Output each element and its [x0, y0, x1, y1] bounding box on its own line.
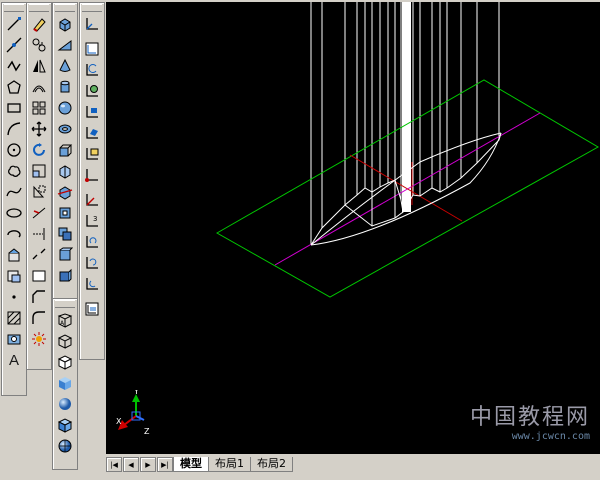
mirror-icon[interactable]	[28, 56, 50, 76]
ucs-face-icon[interactable]	[81, 123, 103, 143]
construction-line-icon[interactable]	[3, 35, 25, 55]
ucs-x-icon[interactable]	[81, 232, 103, 252]
rectangle-frame-icon[interactable]	[28, 266, 50, 286]
rectangle-icon[interactable]	[3, 98, 25, 118]
arc-icon[interactable]	[3, 119, 25, 139]
ucs-icon[interactable]	[81, 14, 103, 34]
revision-cloud-icon[interactable]	[3, 161, 25, 181]
draw-toolbar: A	[1, 2, 27, 396]
box-icon[interactable]	[54, 14, 76, 34]
prev-tab-button[interactable]: ◀	[123, 457, 139, 472]
svg-text:Y: Y	[133, 390, 139, 396]
toolbar-grip[interactable]	[29, 4, 49, 12]
tab-model[interactable]: 模型	[173, 457, 209, 472]
revolve-icon[interactable]	[54, 161, 76, 181]
ucs-3point-icon[interactable]: 3	[81, 211, 103, 231]
wedge-icon[interactable]	[54, 35, 76, 55]
drawing-viewport[interactable]: Y X Z 中国教程网 www.jcwcn.com	[106, 2, 600, 454]
modify-toolbar	[26, 2, 52, 370]
tab-layout1[interactable]: 布局1	[208, 457, 251, 472]
insert-block-icon[interactable]	[3, 245, 25, 265]
cylinder-icon[interactable]	[54, 77, 76, 97]
svg-text:Z: Z	[144, 427, 150, 436]
2d-wireframe-icon[interactable]: A	[54, 310, 76, 330]
array-icon[interactable]	[28, 98, 50, 118]
flat-shaded-icon[interactable]	[54, 373, 76, 393]
explode-icon[interactable]	[28, 329, 50, 349]
toolbar-grip[interactable]	[55, 300, 75, 308]
ellipse-arc-icon[interactable]	[3, 224, 25, 244]
svg-text:A: A	[60, 320, 65, 327]
chamfer-icon[interactable]	[28, 287, 50, 307]
circle-icon[interactable]	[3, 140, 25, 160]
last-tab-button[interactable]: ▶|	[157, 457, 173, 472]
ucs-y-icon[interactable]	[81, 253, 103, 273]
ellipse-icon[interactable]	[3, 203, 25, 223]
shade-toolbar: A	[52, 298, 78, 470]
region-icon[interactable]	[3, 329, 25, 349]
extrude-icon[interactable]	[54, 140, 76, 160]
section-icon[interactable]	[54, 203, 76, 223]
text-icon[interactable]: A	[3, 350, 25, 370]
svg-text:X: X	[116, 417, 122, 426]
3d-wireframe-icon[interactable]	[54, 331, 76, 351]
line-icon[interactable]	[3, 14, 25, 34]
ucs-z-axis-icon[interactable]	[81, 190, 103, 210]
first-tab-button[interactable]: |◀	[106, 457, 122, 472]
hidden-icon[interactable]	[54, 352, 76, 372]
ucs-apply-icon[interactable]	[81, 299, 103, 319]
move-icon[interactable]	[28, 119, 50, 139]
solids-toolbar	[52, 2, 78, 299]
fillet-icon[interactable]	[28, 308, 50, 328]
extend-icon[interactable]	[28, 224, 50, 244]
toolbar-grip[interactable]	[4, 4, 24, 12]
scale-icon[interactable]	[28, 161, 50, 181]
toolbar-grip[interactable]	[55, 4, 75, 12]
sphere-icon[interactable]	[54, 98, 76, 118]
model-space-drawing	[215, 2, 600, 298]
toolbar-grip[interactable]	[82, 4, 102, 12]
hatch-icon[interactable]	[3, 308, 25, 328]
ucs-view-icon[interactable]	[81, 144, 103, 164]
interfere-icon[interactable]	[54, 224, 76, 244]
ucs-previous-icon[interactable]	[81, 60, 103, 80]
erase-icon[interactable]	[28, 14, 50, 34]
next-tab-button[interactable]: ▶	[140, 457, 156, 472]
trim-icon[interactable]	[28, 203, 50, 223]
autocad-window: A A 3 Y X Z 中国教程网 www.jcwcn.com |◀ ◀ ▶ ▶…	[0, 0, 600, 480]
ucs-object-icon[interactable]	[81, 102, 103, 122]
cone-icon[interactable]	[54, 56, 76, 76]
flat-edges-icon[interactable]	[54, 415, 76, 435]
offset-icon[interactable]	[28, 77, 50, 97]
ucs-toolbar: 3	[79, 2, 105, 360]
break-icon[interactable]	[28, 245, 50, 265]
ucs-world-icon[interactable]	[81, 81, 103, 101]
gouraud-edges-icon[interactable]	[54, 436, 76, 456]
gouraud-icon[interactable]	[54, 394, 76, 414]
slice-icon[interactable]	[54, 182, 76, 202]
setup-view-icon[interactable]	[54, 266, 76, 286]
spline-icon[interactable]	[3, 182, 25, 202]
ucs-z-icon[interactable]	[81, 274, 103, 294]
make-block-icon[interactable]	[3, 266, 25, 286]
rotate-icon[interactable]	[28, 140, 50, 160]
svg-text:3: 3	[93, 215, 97, 223]
point-icon[interactable]	[3, 287, 25, 307]
polygon-icon[interactable]	[3, 77, 25, 97]
tab-layout2[interactable]: 布局2	[250, 457, 293, 472]
setup-drawing-icon[interactable]	[54, 245, 76, 265]
polyline-icon[interactable]	[3, 56, 25, 76]
ucs-origin-icon[interactable]	[81, 165, 103, 185]
ucs-axis-indicator: Y X Z	[116, 390, 150, 436]
copy-icon[interactable]	[28, 35, 50, 55]
torus-icon[interactable]	[54, 119, 76, 139]
stretch-icon[interactable]	[28, 182, 50, 202]
layout-tab-bar: |◀ ◀ ▶ ▶| 模型 布局1 布局2	[106, 455, 600, 472]
named-ucs-icon[interactable]	[81, 39, 103, 59]
